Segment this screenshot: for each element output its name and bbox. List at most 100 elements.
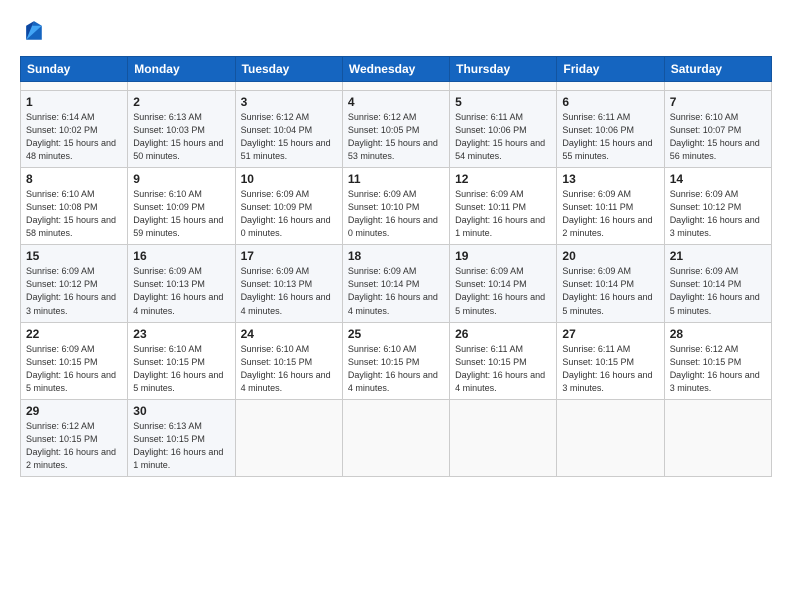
day-info: Sunrise: 6:10 AM Sunset: 10:07 PM Daylig…	[670, 111, 766, 163]
day-number: 5	[455, 95, 551, 109]
day-info: Sunrise: 6:10 AM Sunset: 10:15 PM Daylig…	[348, 343, 444, 395]
day-info: Sunrise: 6:10 AM Sunset: 10:15 PM Daylig…	[241, 343, 337, 395]
calendar-cell: 18Sunrise: 6:09 AM Sunset: 10:14 PM Dayl…	[342, 245, 449, 322]
calendar-cell: 12 Sunrise: 6:09 AM Sunset: 10:11 PM Dayl…	[450, 168, 557, 245]
calendar-row-1: 1 Sunrise: 6:14 AM Sunset: 10:02 PM Dayli…	[21, 91, 772, 168]
calendar-cell	[235, 82, 342, 91]
calendar-cell: 15Sunrise: 6:09 AM Sunset: 10:12 PM Dayl…	[21, 245, 128, 322]
day-of-week-friday: Friday	[557, 57, 664, 82]
day-info: Sunrise: 6:10 AM Sunset: 10:15 PM Daylig…	[133, 343, 229, 395]
day-info: Sunrise: 6:10 AM Sunset: 10:08 PM Daylig…	[26, 188, 122, 240]
day-number: 26	[455, 327, 551, 341]
calendar-cell: 28Sunrise: 6:12 AM Sunset: 10:15 PM Dayl…	[664, 322, 771, 399]
day-number: 25	[348, 327, 444, 341]
day-info: Sunrise: 6:09 AM Sunset: 10:10 PM Daylig…	[348, 188, 444, 240]
day-info: Sunrise: 6:09 AM Sunset: 10:12 PM Daylig…	[670, 188, 766, 240]
day-info: Sunrise: 6:09 AM Sunset: 10:11 PM Daylig…	[455, 188, 551, 240]
calendar-cell: 7Sunrise: 6:10 AM Sunset: 10:07 PM Dayli…	[664, 91, 771, 168]
calendar-cell	[342, 82, 449, 91]
day-info: Sunrise: 6:09 AM Sunset: 10:14 PM Daylig…	[562, 265, 658, 317]
calendar-cell: 24 Sunrise: 6:10 AM Sunset: 10:15 PM Dayl…	[235, 322, 342, 399]
day-of-week-monday: Monday	[128, 57, 235, 82]
calendar-row-5: 29 Sunrise: 6:12 AM Sunset: 10:15 PM Dayl…	[21, 399, 772, 476]
calendar-row-4: 22Sunrise: 6:09 AM Sunset: 10:15 PM Dayl…	[21, 322, 772, 399]
logo-icon	[20, 18, 48, 46]
calendar-cell: 27 Sunrise: 6:11 AM Sunset: 10:15 PM Dayl…	[557, 322, 664, 399]
day-info: Sunrise: 6:09 AM Sunset: 10:14 PM Daylig…	[455, 265, 551, 317]
day-info: Sunrise: 6:11 AM Sunset: 10:15 PM Daylig…	[455, 343, 551, 395]
day-of-week-thursday: Thursday	[450, 57, 557, 82]
calendar-cell: 20 Sunrise: 6:09 AM Sunset: 10:14 PM Dayl…	[557, 245, 664, 322]
day-number: 4	[348, 95, 444, 109]
day-info: Sunrise: 6:10 AM Sunset: 10:09 PM Daylig…	[133, 188, 229, 240]
day-info: Sunrise: 6:12 AM Sunset: 10:04 PM Daylig…	[241, 111, 337, 163]
day-number: 3	[241, 95, 337, 109]
calendar-cell: 29 Sunrise: 6:12 AM Sunset: 10:15 PM Dayl…	[21, 399, 128, 476]
calendar-cell: 25 Sunrise: 6:10 AM Sunset: 10:15 PM Dayl…	[342, 322, 449, 399]
calendar-cell: 9 Sunrise: 6:10 AM Sunset: 10:09 PM Dayli…	[128, 168, 235, 245]
calendar-cell: 16Sunrise: 6:09 AM Sunset: 10:13 PM Dayl…	[128, 245, 235, 322]
calendar-cell	[128, 82, 235, 91]
day-number: 13	[562, 172, 658, 186]
calendar-cell: 10 Sunrise: 6:09 AM Sunset: 10:09 PM Dayl…	[235, 168, 342, 245]
day-info: Sunrise: 6:13 AM Sunset: 10:15 PM Daylig…	[133, 420, 229, 472]
day-number: 21	[670, 249, 766, 263]
day-info: Sunrise: 6:12 AM Sunset: 10:05 PM Daylig…	[348, 111, 444, 163]
day-info: Sunrise: 6:13 AM Sunset: 10:03 PM Daylig…	[133, 111, 229, 163]
calendar-cell	[557, 399, 664, 476]
calendar-cell	[21, 82, 128, 91]
day-number: 9	[133, 172, 229, 186]
calendar-cell: 6 Sunrise: 6:11 AM Sunset: 10:06 PM Dayli…	[557, 91, 664, 168]
day-number: 24	[241, 327, 337, 341]
day-number: 11	[348, 172, 444, 186]
day-number: 19	[455, 249, 551, 263]
calendar-row-2: 8 Sunrise: 6:10 AM Sunset: 10:08 PM Dayli…	[21, 168, 772, 245]
day-number: 6	[562, 95, 658, 109]
day-info: Sunrise: 6:11 AM Sunset: 10:15 PM Daylig…	[562, 343, 658, 395]
calendar-cell: 17 Sunrise: 6:09 AM Sunset: 10:13 PM Dayl…	[235, 245, 342, 322]
calendar-cell	[664, 399, 771, 476]
day-number: 2	[133, 95, 229, 109]
day-info: Sunrise: 6:09 AM Sunset: 10:15 PM Daylig…	[26, 343, 122, 395]
day-info: Sunrise: 6:14 AM Sunset: 10:02 PM Daylig…	[26, 111, 122, 163]
day-number: 8	[26, 172, 122, 186]
calendar-row-3: 15Sunrise: 6:09 AM Sunset: 10:12 PM Dayl…	[21, 245, 772, 322]
calendar-header-row: SundayMondayTuesdayWednesdayThursdayFrid…	[21, 57, 772, 82]
calendar-cell	[235, 399, 342, 476]
day-info: Sunrise: 6:12 AM Sunset: 10:15 PM Daylig…	[670, 343, 766, 395]
day-number: 29	[26, 404, 122, 418]
day-info: Sunrise: 6:09 AM Sunset: 10:13 PM Daylig…	[133, 265, 229, 317]
calendar-cell	[342, 399, 449, 476]
day-number: 30	[133, 404, 229, 418]
calendar-cell: 13Sunrise: 6:09 AM Sunset: 10:11 PM Dayl…	[557, 168, 664, 245]
day-number: 23	[133, 327, 229, 341]
page: SundayMondayTuesdayWednesdayThursdayFrid…	[0, 0, 792, 612]
day-number: 17	[241, 249, 337, 263]
day-info: Sunrise: 6:09 AM Sunset: 10:09 PM Daylig…	[241, 188, 337, 240]
calendar-cell	[557, 82, 664, 91]
calendar-cell: 19 Sunrise: 6:09 AM Sunset: 10:14 PM Dayl…	[450, 245, 557, 322]
day-number: 27	[562, 327, 658, 341]
calendar-cell: 26 Sunrise: 6:11 AM Sunset: 10:15 PM Dayl…	[450, 322, 557, 399]
calendar-cell: 5Sunrise: 6:11 AM Sunset: 10:06 PM Dayli…	[450, 91, 557, 168]
calendar-cell: 4 Sunrise: 6:12 AM Sunset: 10:05 PM Dayli…	[342, 91, 449, 168]
day-info: Sunrise: 6:11 AM Sunset: 10:06 PM Daylig…	[562, 111, 658, 163]
calendar-row-0	[21, 82, 772, 91]
day-of-week-wednesday: Wednesday	[342, 57, 449, 82]
day-number: 20	[562, 249, 658, 263]
logo	[20, 18, 52, 46]
calendar-cell	[450, 82, 557, 91]
calendar-cell: 8 Sunrise: 6:10 AM Sunset: 10:08 PM Dayli…	[21, 168, 128, 245]
day-number: 1	[26, 95, 122, 109]
day-number: 12	[455, 172, 551, 186]
header	[20, 18, 772, 46]
calendar-cell: 21 Sunrise: 6:09 AM Sunset: 10:14 PM Dayl…	[664, 245, 771, 322]
day-number: 10	[241, 172, 337, 186]
day-info: Sunrise: 6:09 AM Sunset: 10:13 PM Daylig…	[241, 265, 337, 317]
calendar-cell: 23 Sunrise: 6:10 AM Sunset: 10:15 PM Dayl…	[128, 322, 235, 399]
day-info: Sunrise: 6:09 AM Sunset: 10:14 PM Daylig…	[670, 265, 766, 317]
day-number: 15	[26, 249, 122, 263]
day-info: Sunrise: 6:12 AM Sunset: 10:15 PM Daylig…	[26, 420, 122, 472]
calendar-cell	[450, 399, 557, 476]
calendar: SundayMondayTuesdayWednesdayThursdayFrid…	[20, 56, 772, 477]
